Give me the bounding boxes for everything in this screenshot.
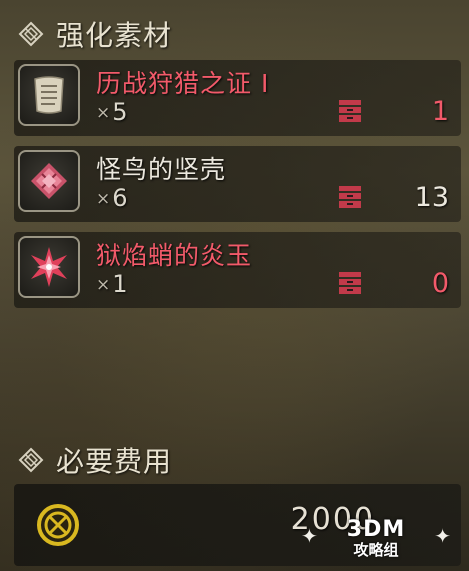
cost-header: 必要费用 [18,440,172,480]
watermark-sub: 攻略组 [353,540,399,559]
material-row[interactable]: 历战狩猎之证 I ×5 1 [14,60,461,136]
item-box-icon [339,272,361,294]
material-name: 狱焰蛸的炎玉 [96,241,253,270]
wing-left-icon: ✦ [301,524,318,548]
diamond-emblem-icon [18,21,44,47]
material-row[interactable]: 怪鸟的坚壳 ×6 13 [14,146,461,222]
material-required-qty: ×1 [96,270,128,298]
diamond-emblem-icon [18,447,44,473]
scroll-icon [18,64,80,126]
watermark: ✦ 3DM 攻略组 ✦ [301,510,451,566]
materials-title: 强化素材 [56,19,173,52]
material-stock: 13 [414,182,449,213]
material-stock: 1 [431,96,449,127]
wing-right-icon: ✦ [434,524,451,548]
zenny-coin-icon [37,504,79,546]
material-row[interactable]: 狱焰蛸的炎玉 ×1 0 [14,232,461,308]
item-box-icon [339,100,361,122]
material-stock: 0 [431,268,449,299]
cost-title: 必要费用 [56,445,173,478]
material-name: 怪鸟的坚壳 [96,155,227,184]
gem-icon [18,236,80,298]
item-box-icon [339,186,361,208]
material-required-qty: ×5 [96,98,128,126]
material-name: 历战狩猎之证 I [96,69,270,98]
shell-icon [18,150,80,212]
materials-header: 强化素材 [18,14,172,54]
material-required-qty: ×6 [96,184,128,212]
